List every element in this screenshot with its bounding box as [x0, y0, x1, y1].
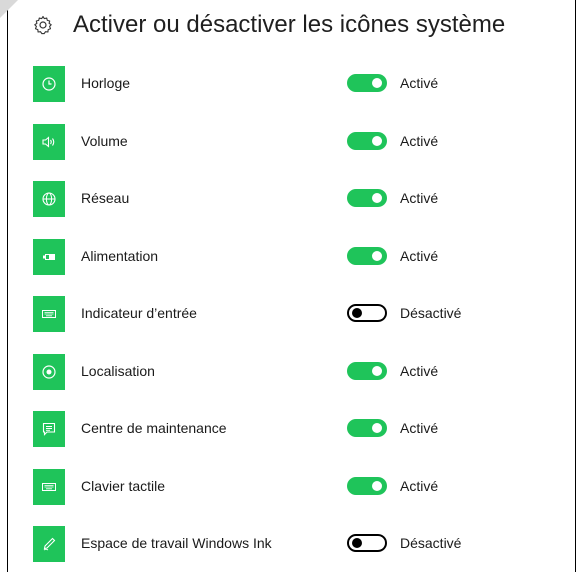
setting-label: Indicateur d’entrée: [81, 305, 197, 321]
setting-label: Réseau: [81, 190, 130, 206]
setting-tile: [33, 411, 65, 447]
toggle-state-label: Activé: [400, 420, 439, 436]
setting-tile: [33, 526, 65, 562]
toggle-switch[interactable]: [347, 361, 387, 380]
toggle-knob: [372, 250, 382, 261]
toggle-switch[interactable]: [347, 534, 387, 552]
toggle-state-label: Activé: [400, 477, 439, 494]
toggle-state-label: Activé: [400, 132, 439, 149]
setting-label: Volume: [81, 132, 128, 149]
setting-row: Localisation Activé: [33, 353, 573, 412]
volume-icon: [42, 135, 55, 148]
toggle-state-label: Désactivé: [400, 305, 462, 321]
setting-label: Espace de travail Windows Ink: [81, 535, 272, 551]
network-icon: [42, 192, 56, 206]
toggle-knob: [372, 480, 382, 491]
toggle-knob: [372, 135, 382, 146]
setting-tile: [33, 468, 65, 505]
toggle-state-label: Activé: [400, 75, 439, 91]
pen-icon: [43, 537, 56, 551]
action-center-icon: [42, 422, 56, 436]
toggle-state-label: Activé: [400, 362, 439, 379]
gear-icon: [34, 15, 52, 35]
setting-row: Indicateur d’entrée Désactivé: [33, 296, 573, 354]
toggle-state-label: Activé: [400, 190, 439, 206]
toggle-switch[interactable]: [347, 246, 387, 265]
touch-keyboard-icon: [42, 482, 56, 491]
setting-tile: [33, 353, 65, 390]
setting-row: Alimentation Activé: [33, 238, 573, 297]
location-icon: [42, 364, 56, 379]
clock-icon: [42, 77, 56, 91]
battery-icon: [43, 253, 55, 260]
toggle-switch[interactable]: [347, 419, 387, 437]
setting-tile: [33, 296, 65, 332]
toggle-state-label: Activé: [400, 247, 439, 264]
toggle-switch[interactable]: [347, 131, 387, 150]
toggle-switch[interactable]: [347, 74, 387, 92]
setting-label: Alimentation: [81, 247, 159, 264]
toggle-knob: [372, 365, 382, 376]
toggle-switch[interactable]: [347, 304, 387, 322]
toggle-knob: [372, 193, 382, 203]
setting-label: Centre de maintenance: [81, 420, 227, 436]
setting-tile: [33, 181, 65, 217]
setting-label: Clavier tactile: [81, 477, 166, 494]
setting-row: Volume Activé: [33, 123, 573, 182]
toggle-knob: [372, 423, 382, 433]
toggle-switch[interactable]: [347, 476, 387, 495]
setting-tile: [33, 123, 65, 160]
setting-label: Localisation: [81, 362, 155, 379]
setting-row: Réseau Activé: [33, 181, 573, 239]
setting-tile: [33, 238, 65, 275]
toggle-knob: [352, 308, 362, 318]
setting-row: Horloge Activé: [33, 66, 573, 124]
toggle-switch[interactable]: [347, 189, 387, 207]
setting-row: Centre de maintenance Activé: [33, 411, 573, 469]
setting-row: Espace de travail Windows Ink Désactivé: [33, 526, 573, 584]
setting-label: Horloge: [81, 75, 131, 91]
keyboard-icon: [42, 310, 56, 318]
system-icons-list: Horloge Activé Volume Activé Réseau Activé Ali…: [33, 66, 573, 584]
toggle-state-label: Désactivé: [400, 535, 462, 551]
toggle-knob: [372, 78, 382, 88]
page-title: Activer ou désactiver les icônes système: [73, 11, 506, 38]
setting-row: Clavier tactile Activé: [33, 468, 573, 527]
setting-tile: [33, 66, 65, 102]
corner-mark: [0, 0, 18, 18]
toggle-knob: [352, 538, 362, 548]
page-header: Activer ou désactiver les icônes système: [33, 8, 505, 42]
